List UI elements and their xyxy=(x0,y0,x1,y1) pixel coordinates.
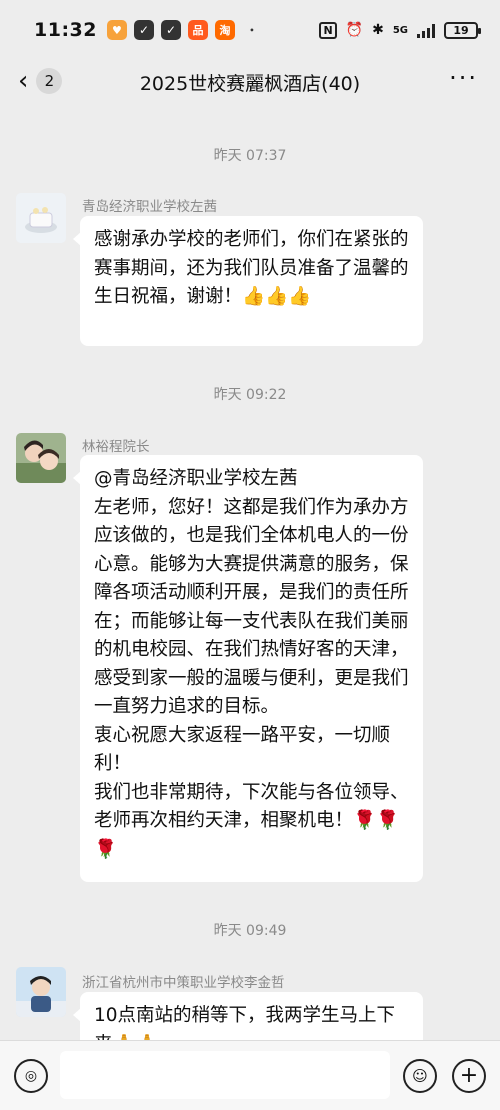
alarm-icon: ⏰ xyxy=(345,22,364,38)
notification-app-icon: ✓ xyxy=(160,20,181,40)
message-timestamp: 昨天 09:49 xyxy=(213,923,287,939)
notification-app-icon: 品 xyxy=(187,20,208,40)
taobao-icon: 淘 xyxy=(214,20,235,40)
sender-name: 林裕程院长 xyxy=(82,439,150,455)
battery-level: 19 xyxy=(453,23,469,37)
more-actions-button[interactable]: + xyxy=(452,1059,486,1093)
signal-icon xyxy=(417,23,435,38)
notification-app-icon: ♥ xyxy=(106,20,127,40)
message-input[interactable] xyxy=(60,1051,390,1099)
notification-app-icon: ✓ xyxy=(133,20,154,40)
nfc-icon: N xyxy=(319,21,337,39)
avatar-image xyxy=(16,193,66,243)
emoji-button[interactable]: ☺ xyxy=(403,1059,437,1093)
more-options-icon[interactable]: ··· xyxy=(449,64,478,92)
network-type: 5G xyxy=(392,24,408,36)
voice-input-button[interactable]: ◎ xyxy=(14,1059,48,1093)
smiley-icon: ☺ xyxy=(412,1067,428,1085)
status-time: 11:32 xyxy=(34,19,97,41)
avatar[interactable] xyxy=(16,967,66,1017)
status-bar: 11:32 ♥ ✓ ✓ 品 淘 • N ⏰ ✱ 5G 19 xyxy=(0,0,500,60)
message-timestamp: 昨天 07:37 xyxy=(213,148,287,164)
avatar[interactable] xyxy=(16,193,66,243)
message-timestamp: 昨天 09:22 xyxy=(213,387,287,403)
chat-input-bar: ◎ ☺ + xyxy=(0,1040,500,1110)
chevron-left-icon: ‹ xyxy=(18,66,29,96)
avatar-image xyxy=(16,433,66,483)
sender-name: 青岛经济职业学校左茜 xyxy=(82,199,217,215)
battery-icon: 19 xyxy=(444,21,481,39)
chat-title: 2025世校赛麗枫酒店(40) xyxy=(139,72,361,95)
back-button[interactable]: ‹ 2 xyxy=(18,66,63,96)
message-bubble[interactable]: @青岛经济职业学校左茜 左老师，您好！这都是我们作为承办方应该做的，也是我们全体… xyxy=(73,455,423,882)
avatar[interactable] xyxy=(16,433,66,483)
plus-icon: + xyxy=(459,1063,479,1088)
message-bubble[interactable]: 感谢承办学校的老师们，你们在紧张的赛事期间，还为我们队员准备了温馨的生日祝福，谢… xyxy=(73,216,423,346)
bluetooth-icon: ✱ xyxy=(372,22,384,38)
voice-icon: ◎ xyxy=(24,1068,38,1084)
avatar-image xyxy=(16,967,66,1017)
sender-name: 浙江省杭州市中策职业学校李金哲 xyxy=(82,975,285,991)
status-app-icons: ♥ ✓ ✓ 品 淘 • xyxy=(106,20,262,40)
chat-header: ‹ 2 2025世校赛麗枫酒店(40) ··· xyxy=(0,60,500,104)
more-notifications-icon: • xyxy=(249,25,255,35)
status-indicators: N ⏰ ✱ 5G 19 xyxy=(319,21,481,39)
unread-count-badge: 2 xyxy=(36,68,63,94)
